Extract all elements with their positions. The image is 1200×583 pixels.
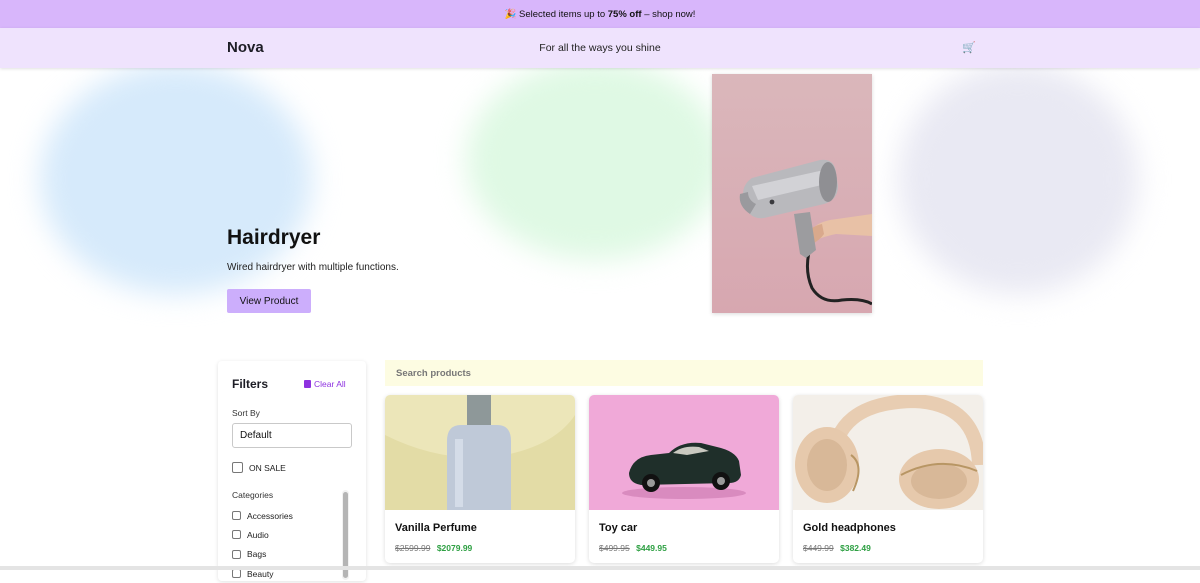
site-header: Nova For all the ways you shine 🛒	[0, 28, 1200, 68]
decorative-blob	[466, 60, 724, 260]
headphones-illustration	[793, 395, 983, 510]
product-card[interactable]: Toy car $499.95 $449.95	[589, 395, 779, 563]
category-list: Accessories Audio Bags Beauty	[232, 506, 293, 583]
product-prices: $2599.99 $2079.99	[395, 543, 472, 553]
category-item-audio[interactable]: Audio	[232, 525, 293, 544]
sort-by-label: Sort By	[232, 408, 260, 418]
product-card[interactable]: Gold headphones $449.99 $382.49	[793, 395, 983, 563]
categories-label: Categories	[232, 490, 274, 500]
hero-description: Wired hairdryer with multiple functions.	[227, 262, 399, 273]
filters-title: Filters	[232, 377, 269, 391]
party-icon: 🎉	[504, 8, 517, 20]
product-image[interactable]	[385, 395, 575, 510]
promo-highlight: 75% off	[607, 8, 642, 20]
promo-cta: – shop now!	[644, 8, 696, 20]
decorative-blob	[40, 64, 312, 294]
perfume-illustration	[385, 395, 575, 510]
filters-panel: Filters Clear All Sort By Default ON SAL…	[218, 361, 366, 581]
category-checkbox[interactable]	[232, 530, 241, 540]
product-image[interactable]	[793, 395, 983, 510]
category-checkbox[interactable]	[232, 549, 241, 559]
decorative-blob	[898, 64, 1138, 294]
old-price: $2599.99	[395, 543, 431, 553]
sale-price: $449.95	[636, 543, 667, 553]
sale-price: $382.49	[840, 543, 871, 553]
header-tagline: For all the ways you shine	[539, 42, 661, 54]
sale-price: $2079.99	[436, 543, 473, 553]
category-label: Accessories	[247, 510, 293, 521]
hero-title: Hairdryer	[227, 226, 321, 249]
search-input[interactable]: Search products	[385, 360, 983, 386]
product-prices: $499.95 $449.95	[599, 543, 667, 553]
promo-banner: 🎉 Selected items up to 75% off – shop no…	[0, 0, 1200, 28]
category-label: Audio	[247, 529, 269, 540]
on-sale-label: ON SALE	[249, 462, 286, 473]
toy-car-illustration	[589, 395, 779, 510]
hairdryer-illustration	[739, 159, 872, 306]
on-sale-filter[interactable]: ON SALE	[232, 462, 286, 473]
old-price: $449.99	[803, 543, 834, 553]
clear-all-button[interactable]: Clear All	[304, 379, 346, 389]
on-sale-checkbox[interactable]	[232, 462, 243, 473]
old-price: $499.95	[599, 543, 630, 553]
cart-icon[interactable]: 🛒	[962, 41, 976, 54]
view-product-button[interactable]: View Product	[227, 289, 311, 313]
category-item-bags[interactable]: Bags	[232, 545, 293, 564]
sort-select[interactable]: Default	[232, 423, 352, 448]
category-label: Bags	[247, 549, 267, 560]
hero-product-image[interactable]	[712, 74, 872, 313]
clear-all-label: Clear All	[314, 379, 346, 389]
category-label: Beauty	[247, 568, 274, 579]
product-name[interactable]: Gold headphones	[803, 522, 896, 534]
category-checkbox[interactable]	[232, 511, 241, 521]
product-card[interactable]: Vanilla Perfume $2599.99 $2079.99	[385, 395, 575, 563]
promo-text: Selected items up to	[519, 8, 606, 20]
category-checkbox[interactable]	[232, 569, 241, 579]
product-image[interactable]	[589, 395, 779, 510]
trash-icon	[304, 380, 311, 388]
category-item-accessories[interactable]: Accessories	[232, 506, 293, 525]
page-bottom-edge	[0, 566, 1200, 570]
product-name[interactable]: Toy car	[599, 522, 637, 534]
product-prices: $449.99 $382.49	[803, 543, 871, 553]
product-name[interactable]: Vanilla Perfume	[395, 522, 477, 534]
